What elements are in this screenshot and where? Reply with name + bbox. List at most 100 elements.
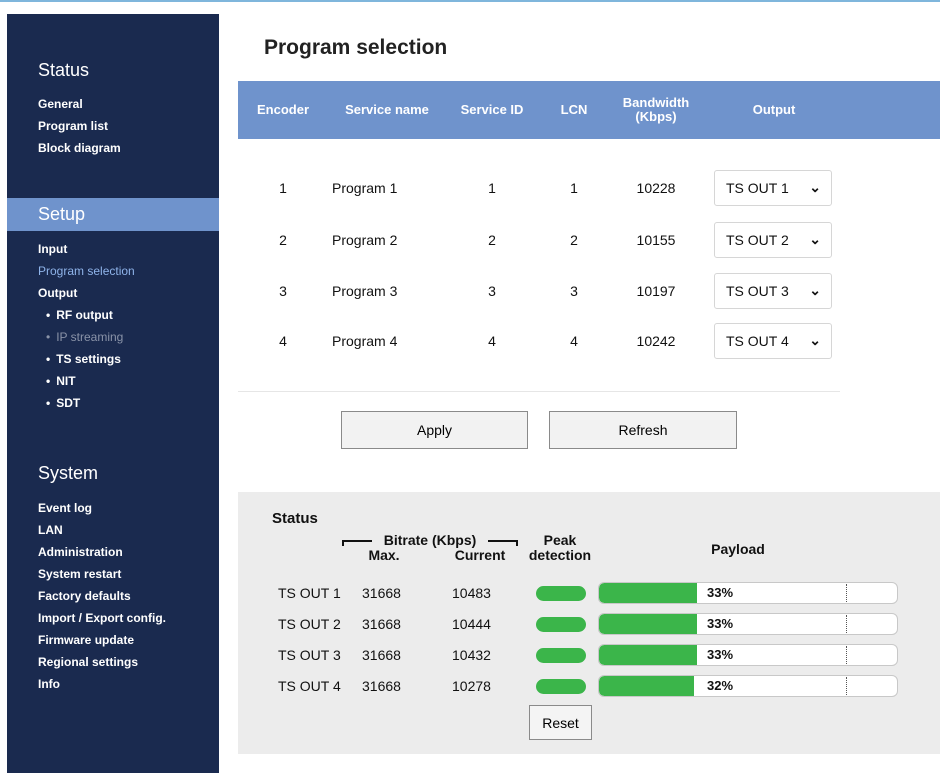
- bitrate-current: 10278: [452, 678, 491, 694]
- sidebar-item-ts-settings[interactable]: TS settings: [38, 348, 135, 370]
- bitrate-current: 10483: [452, 585, 491, 601]
- table-row: 4 Program 4 4 4 10242 TS OUT 4 ⌄: [238, 323, 940, 359]
- refresh-button[interactable]: Refresh: [549, 411, 737, 449]
- bandwidth-cell: 10197: [636, 283, 676, 299]
- payload-bar-fill: [599, 645, 698, 665]
- peak-indicator: [536, 617, 586, 632]
- encoder-cell: 1: [279, 180, 287, 196]
- header-output: Output: [752, 102, 796, 117]
- apply-button[interactable]: Apply: [341, 411, 528, 449]
- status-row: TS OUT 1 31668 10483 33%: [238, 582, 940, 604]
- sidebar-item-general[interactable]: General: [38, 93, 121, 115]
- sidebar-item-regional-settings[interactable]: Regional settings: [38, 651, 166, 673]
- payload-bar-fill: [599, 583, 698, 603]
- payload-bar: 32%: [598, 675, 898, 697]
- current-header: Current: [454, 547, 506, 563]
- lcn-cell: 4: [570, 333, 578, 349]
- sidebar-item-info[interactable]: Info: [38, 673, 166, 695]
- payload-percent: 32%: [707, 678, 734, 693]
- top-accent-line: [0, 0, 940, 2]
- peak-detection-header: Peak detection: [528, 532, 592, 563]
- service-name-cell: Program 3: [332, 283, 398, 299]
- status-row: TS OUT 4 31668 10278 32%: [238, 675, 940, 697]
- sidebar-item-ip-streaming: IP streaming: [38, 326, 135, 348]
- sidebar-item-factory-defaults[interactable]: Factory defaults: [38, 585, 166, 607]
- sidebar-item-output[interactable]: Output: [38, 282, 135, 304]
- chevron-down-icon: ⌄: [809, 179, 821, 195]
- payload-bar-marker: [846, 646, 847, 664]
- payload-bar: 33%: [598, 582, 898, 604]
- sidebar-item-firmware-update[interactable]: Firmware update: [38, 629, 166, 651]
- header-service-name: Service name: [345, 102, 429, 117]
- service-name-cell: Program 2: [332, 232, 398, 248]
- sidebar-item-import-export-config[interactable]: Import / Export config.: [38, 607, 166, 629]
- lcn-cell: 1: [570, 180, 578, 196]
- payload-bar-fill: [599, 676, 695, 696]
- program-table-header: Encoder Service name Service ID LCN Band…: [238, 81, 940, 139]
- bitrate-bracket-right: [488, 540, 518, 546]
- status-row: TS OUT 3 31668 10432 33%: [238, 644, 940, 666]
- sidebar-item-sdt[interactable]: SDT: [38, 392, 135, 414]
- service-id-cell: 4: [488, 333, 496, 349]
- peak-indicator: [536, 679, 586, 694]
- output-name: TS OUT 1: [278, 585, 341, 601]
- sidebar-item-program-selection[interactable]: Program selection: [38, 260, 135, 282]
- encoder-cell: 4: [279, 333, 287, 349]
- chevron-down-icon: ⌄: [809, 332, 821, 348]
- header-lcn: LCN: [560, 102, 588, 117]
- table-row: 1 Program 1 1 1 10228 TS OUT 1 ⌄: [238, 170, 940, 206]
- output-select-value: TS OUT 4: [726, 333, 789, 349]
- output-select-value: TS OUT 3: [726, 283, 789, 299]
- payload-bar-marker: [846, 584, 847, 602]
- bitrate-max: 31668: [362, 678, 401, 694]
- sidebar-item-rf-output[interactable]: RF output: [38, 304, 135, 326]
- service-id-cell: 2: [488, 232, 496, 248]
- sidebar-section-setup: Setup: [7, 198, 219, 231]
- bandwidth-cell: 10228: [636, 180, 676, 196]
- lcn-cell: 3: [570, 283, 578, 299]
- status-panel: Status Bitrate (Kbps) Max. Current Peak …: [238, 492, 940, 754]
- output-name: TS OUT 2: [278, 616, 341, 632]
- chevron-down-icon: ⌄: [809, 282, 821, 298]
- peak-indicator: [536, 648, 586, 663]
- encoder-cell: 2: [279, 232, 287, 248]
- payload-bar-fill: [599, 614, 698, 634]
- bandwidth-cell: 10155: [636, 232, 676, 248]
- payload-percent: 33%: [707, 616, 734, 631]
- divider: [238, 391, 840, 392]
- sidebar-item-administration[interactable]: Administration: [38, 541, 166, 563]
- status-title: Status: [272, 510, 318, 527]
- sidebar-item-event-log[interactable]: Event log: [38, 497, 166, 519]
- bitrate-current: 10432: [452, 647, 491, 663]
- service-id-cell: 3: [488, 283, 496, 299]
- sidebar-item-block-diagram[interactable]: Block diagram: [38, 137, 121, 159]
- bitrate-max: 31668: [362, 647, 401, 663]
- sidebar: Status General Program list Block diagra…: [7, 14, 219, 773]
- sidebar-item-lan[interactable]: LAN: [38, 519, 166, 541]
- bitrate-max: 31668: [362, 585, 401, 601]
- sidebar-item-nit[interactable]: NIT: [38, 370, 135, 392]
- sidebar-item-input[interactable]: Input: [38, 238, 135, 260]
- service-name-cell: Program 4: [332, 333, 398, 349]
- page-title: Program selection: [264, 36, 448, 59]
- output-select[interactable]: TS OUT 2 ⌄: [714, 222, 832, 258]
- sidebar-item-program-list[interactable]: Program list: [38, 115, 121, 137]
- service-name-cell: Program 1: [332, 180, 398, 196]
- sidebar-section-system: System: [38, 463, 99, 483]
- sidebar-status-group: General Program list Block diagram: [38, 93, 121, 159]
- output-name: TS OUT 3: [278, 647, 341, 663]
- header-bandwidth: Bandwidth (Kbps): [622, 95, 690, 124]
- payload-bar: 33%: [598, 644, 898, 666]
- reset-button[interactable]: Reset: [529, 705, 592, 740]
- payload-percent: 33%: [707, 585, 734, 600]
- output-select[interactable]: TS OUT 4 ⌄: [714, 323, 832, 359]
- peak-indicator: [536, 586, 586, 601]
- output-select[interactable]: TS OUT 1 ⌄: [714, 170, 832, 206]
- sidebar-item-system-restart[interactable]: System restart: [38, 563, 166, 585]
- chevron-down-icon: ⌄: [809, 231, 821, 247]
- sidebar-system-group: Event log LAN Administration System rest…: [38, 497, 166, 695]
- payload-bar-marker: [846, 615, 847, 633]
- output-select[interactable]: TS OUT 3 ⌄: [714, 273, 832, 309]
- payload-bar-marker: [846, 677, 847, 695]
- bandwidth-cell: 10242: [636, 333, 676, 349]
